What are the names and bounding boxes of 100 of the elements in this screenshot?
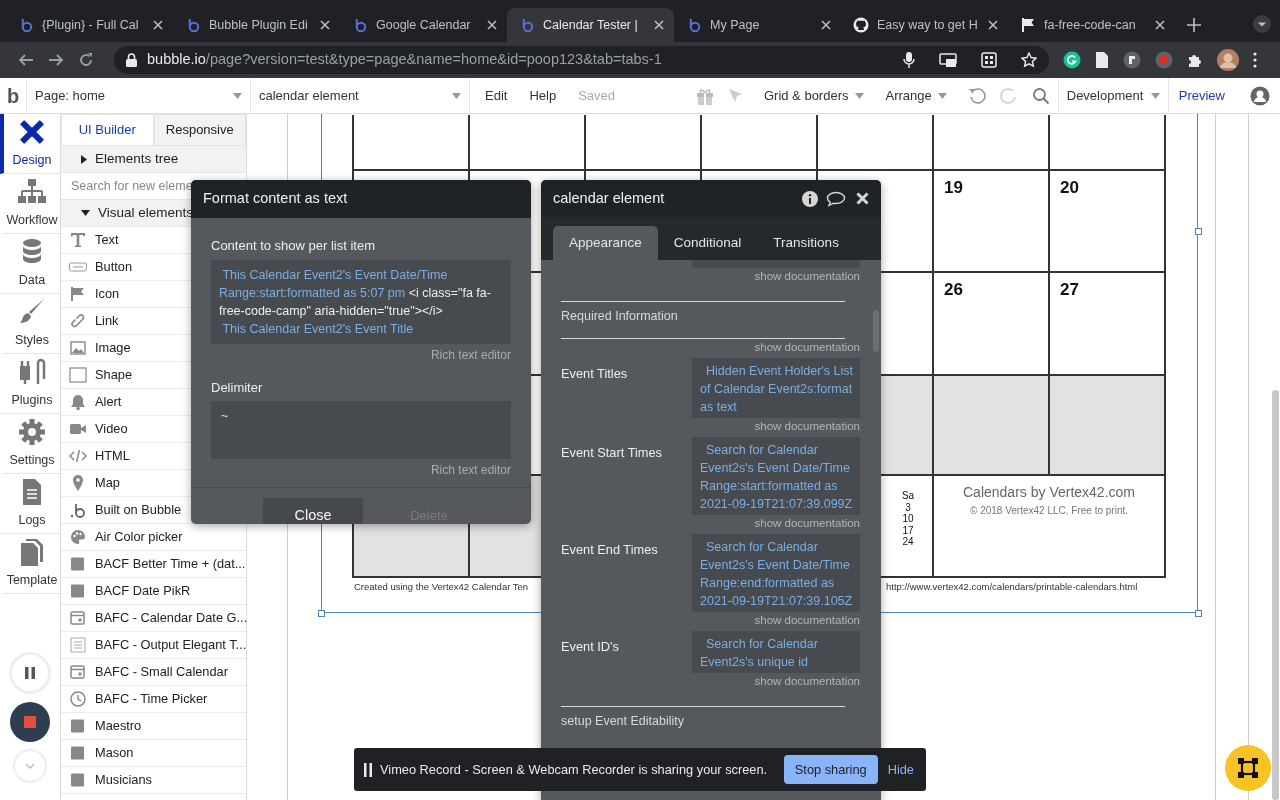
element-list-item[interactable]: BAFC - Time Picker xyxy=(61,686,246,713)
close-icon[interactable] xyxy=(856,192,869,205)
close-icon[interactable] xyxy=(821,20,831,30)
expression-field[interactable]: Search for Calendar Event2s's Event Date/Time Range:start:formatted as 2021-09-19T21:07:39.099Z xyxy=(692,436,860,515)
panel-tab[interactable]: UI Builder xyxy=(61,114,154,146)
browser-tab[interactable]: Easy way to get H xyxy=(841,8,1008,42)
nav-item[interactable]: Logs xyxy=(0,474,60,534)
hide-button[interactable]: Hide xyxy=(885,759,916,780)
panel-tab[interactable]: Transitions xyxy=(757,226,855,260)
element-list-item[interactable]: Musicians xyxy=(61,767,246,794)
user-icon[interactable] xyxy=(1250,85,1270,106)
mode-dropdown[interactable]: Development xyxy=(1057,77,1168,114)
elements-tree-toggle[interactable]: Elements tree xyxy=(61,146,246,173)
image-icon xyxy=(69,339,87,357)
expression-field[interactable]: Hidden Event Holder's List of Calendar Event2s:format as text xyxy=(692,357,860,418)
resize-handle[interactable] xyxy=(1195,228,1202,235)
list-icon xyxy=(69,636,87,654)
pause-button[interactable] xyxy=(12,655,48,691)
avatar[interactable] xyxy=(1217,49,1239,71)
show-documentation-link[interactable]: show documentation xyxy=(561,612,860,627)
reload-icon[interactable] xyxy=(78,52,94,68)
menu-item[interactable]: Edit xyxy=(474,85,519,106)
record-extension-icon[interactable] xyxy=(1155,51,1173,69)
expression-field[interactable]: Search for Calendar Event2s's Event Date/Time Range:end:formatted as 2021-09-19T21:07:39.105Z xyxy=(692,533,860,612)
comment-icon[interactable] xyxy=(826,190,846,207)
element-list-item[interactable]: BACF Date PikR xyxy=(61,578,246,605)
close-icon[interactable] xyxy=(988,20,998,30)
element-list-item[interactable]: BAFC - Output Elegant T... xyxy=(61,632,246,659)
menu-icon[interactable] xyxy=(1253,52,1257,68)
microphone-icon[interactable] xyxy=(903,52,915,68)
panel-tab[interactable]: Responsive xyxy=(153,114,246,146)
scrollbar[interactable] xyxy=(1272,390,1279,800)
close-icon[interactable] xyxy=(487,20,497,30)
save-status: Saved xyxy=(577,86,617,105)
close-icon[interactable] xyxy=(654,20,664,30)
browser-tab[interactable]: fa-free-code-can xyxy=(1008,8,1175,42)
element-list-item[interactable]: BACF Better Time + (dat... xyxy=(61,551,246,578)
show-documentation-link[interactable]: show documentation xyxy=(561,515,860,530)
tab-menu-icon[interactable] xyxy=(1252,14,1272,34)
extension-icon[interactable] xyxy=(1123,51,1141,69)
element-list-item[interactable]: Mason xyxy=(61,740,246,767)
arrange-dropdown[interactable]: Arrange xyxy=(874,85,958,106)
resize-handle[interactable] xyxy=(1195,610,1202,617)
preview-link[interactable]: Preview xyxy=(1167,77,1236,114)
back-icon[interactable] xyxy=(18,52,34,68)
resize-handle[interactable] xyxy=(318,610,325,617)
element-list-item[interactable]: BAFC - Calendar Date G... xyxy=(61,605,246,632)
square-icon xyxy=(69,366,87,384)
panel-tab[interactable]: Appearance xyxy=(553,226,658,260)
lock-icon xyxy=(126,53,137,67)
search-icon[interactable] xyxy=(1031,86,1050,105)
browser-tab[interactable]: {Plugin} - Full Cal xyxy=(6,8,173,42)
extension-icon[interactable] xyxy=(1063,51,1081,69)
new-tab-icon[interactable] xyxy=(1187,18,1201,32)
close-button[interactable]: Close xyxy=(263,498,363,524)
element-list-item[interactable]: Maestro xyxy=(61,713,246,740)
nav-item[interactable]: Template xyxy=(0,534,60,594)
bubble-logo[interactable]: b xyxy=(0,80,26,111)
nav-item[interactable]: Workflow xyxy=(0,174,60,234)
show-documentation-link[interactable]: show documentation xyxy=(561,418,860,433)
show-documentation-link[interactable]: show documentation xyxy=(561,673,860,688)
element-dropdown[interactable]: calendar element xyxy=(250,77,470,114)
star-icon[interactable] xyxy=(1021,52,1037,68)
record-button[interactable] xyxy=(10,702,50,742)
close-icon[interactable] xyxy=(320,20,330,30)
content-field[interactable]: This Calendar Event2's Event Date/Time Range:start:formatted as 5:07 pm <i class="fa fa-free-code-camp" aria-hidden="true"></i> This Calendar Event2's Event Title xyxy=(211,259,511,344)
show-documentation-link[interactable]: show documentation xyxy=(561,339,860,354)
nav-item[interactable]: Plugins xyxy=(0,354,60,414)
page-dropdown[interactable]: Page: home xyxy=(26,77,250,114)
browser-tab[interactable]: Calendar Tester | xyxy=(507,8,674,42)
expression-field[interactable]: Search for Calendar Event2s's unique id xyxy=(692,630,860,673)
browser-tab[interactable]: Google Calendar xyxy=(340,8,507,42)
forward-icon[interactable] xyxy=(48,52,64,68)
close-icon[interactable] xyxy=(153,20,163,30)
browser-tab[interactable]: Bubble Plugin Edi xyxy=(173,8,340,42)
copyright-note: © 2018 Vertex42 LLC. Free to print. xyxy=(970,504,1128,518)
address-bar[interactable]: bubble.io/page?version=test&type=page&name=home&id=poop123&tab=tabs-1 xyxy=(114,46,1049,74)
document-icon[interactable] xyxy=(1095,52,1109,68)
menu-item[interactable]: Help xyxy=(518,85,568,106)
frame-button[interactable] xyxy=(1225,745,1271,791)
grid-icon[interactable] xyxy=(981,52,997,68)
puzzle-icon[interactable] xyxy=(1187,52,1203,68)
cast-icon[interactable] xyxy=(939,53,957,67)
nav-item[interactable]: Data xyxy=(0,234,60,294)
property-field[interactable] xyxy=(692,260,860,268)
nav-item[interactable]: Styles xyxy=(0,294,60,354)
panel-tab[interactable]: Conditional xyxy=(657,226,758,260)
grid-dropdown[interactable]: Grid & borders xyxy=(752,85,875,106)
stop-sharing-button[interactable]: Stop sharing xyxy=(783,754,878,785)
browser-tab[interactable]: My Page xyxy=(674,8,841,42)
info-icon[interactable] xyxy=(802,190,818,207)
element-list-item[interactable]: BAFC - Small Calendar xyxy=(61,659,246,686)
delimiter-field[interactable]: ~ xyxy=(211,401,511,459)
undo-icon[interactable] xyxy=(967,86,986,105)
show-documentation-link[interactable]: show documentation xyxy=(561,269,860,283)
nav-item[interactable]: Settings xyxy=(0,414,60,474)
calendar-icon xyxy=(69,663,87,681)
stop-icon xyxy=(24,716,36,728)
close-icon[interactable] xyxy=(1155,20,1165,30)
field-label: Event Start Times xyxy=(561,443,663,462)
